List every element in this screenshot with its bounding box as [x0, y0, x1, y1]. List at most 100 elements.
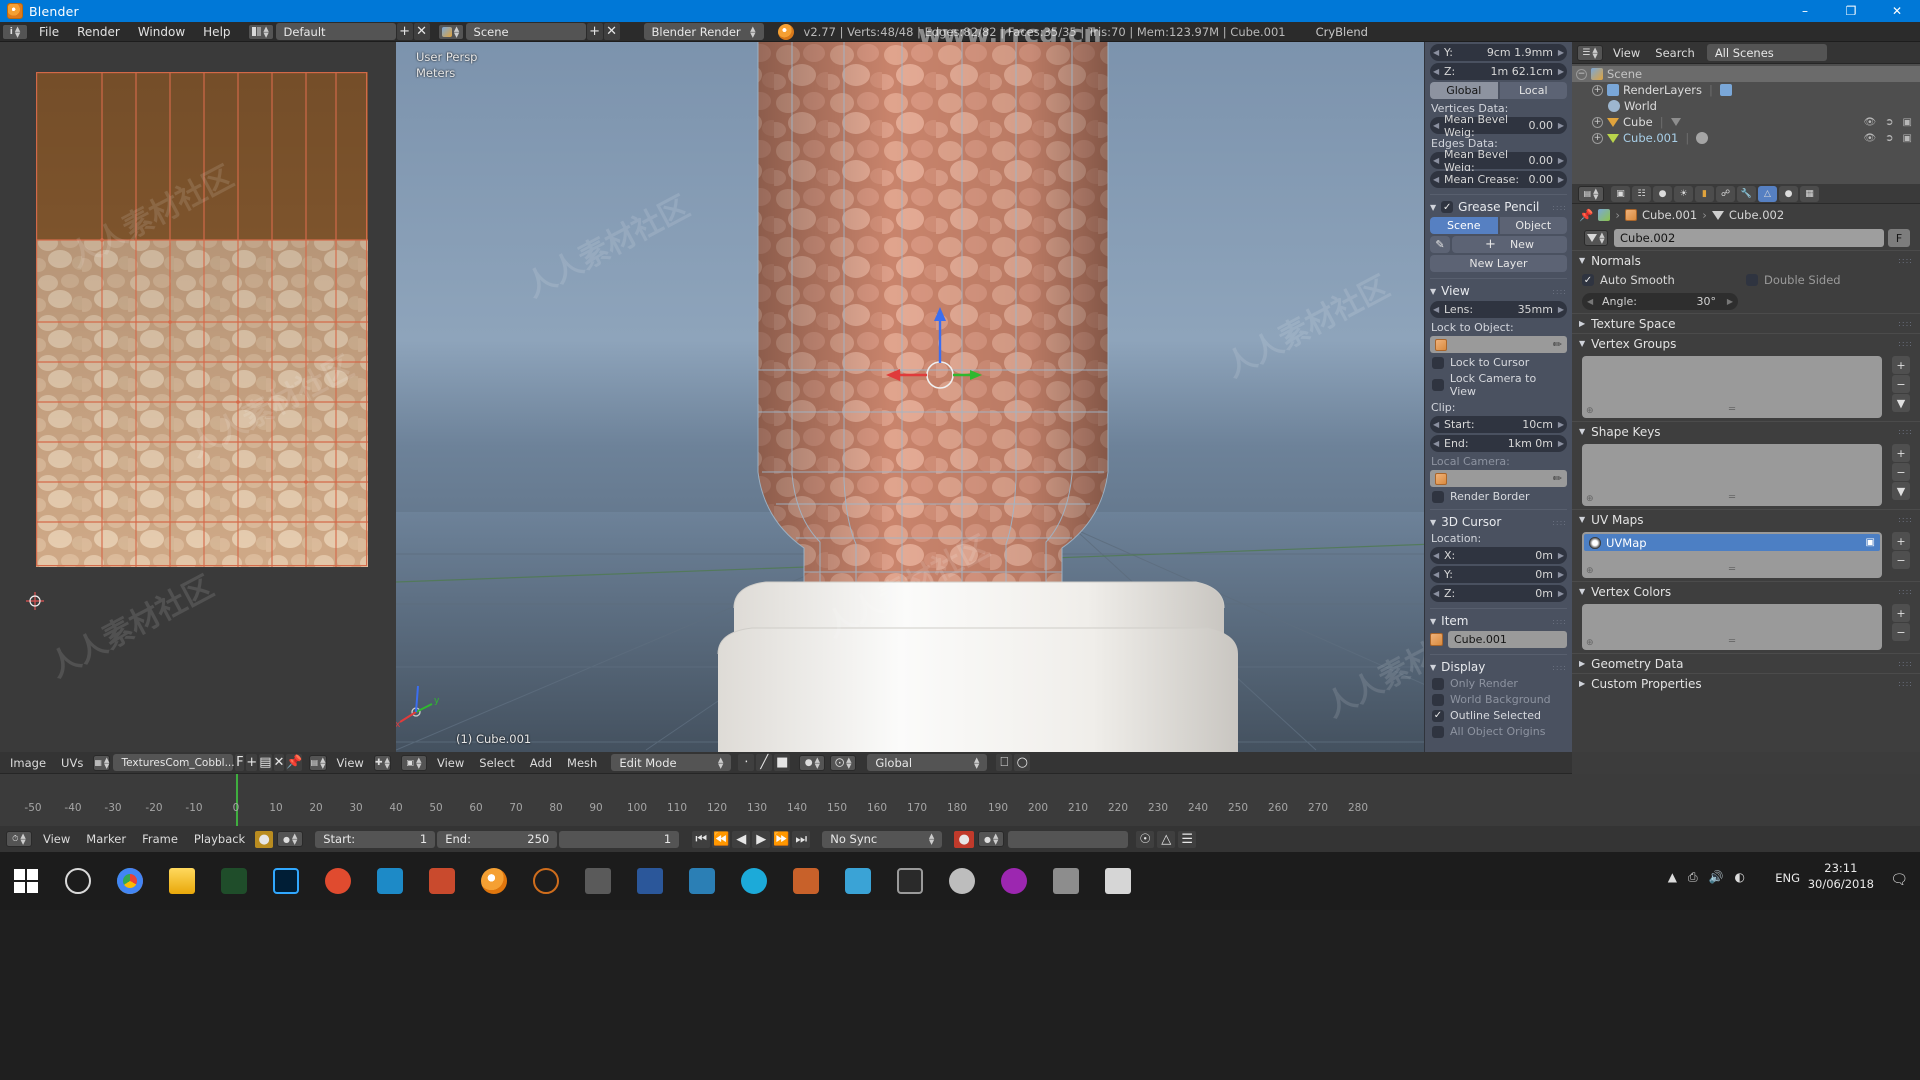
fake-user-button[interactable]: F: [1888, 229, 1910, 247]
zbrush-icon[interactable]: [416, 852, 468, 910]
outliner-search-menu[interactable]: Search: [1648, 44, 1702, 62]
menu-window[interactable]: Window: [129, 23, 194, 41]
volume-icon[interactable]: 🔊: [1709, 870, 1724, 885]
summary-icon[interactable]: ☰: [1178, 830, 1197, 848]
windows-start-icon[interactable]: [0, 852, 52, 910]
record-icon[interactable]: ●: [255, 830, 274, 848]
properties-editor-icon[interactable]: ▤ ▲ ▼: [1578, 185, 1604, 202]
render-border-row[interactable]: Render Border: [1432, 490, 1565, 503]
epic-games-icon[interactable]: [884, 852, 936, 910]
world-tab-icon[interactable]: ☀: [1674, 185, 1693, 202]
current-frame-field[interactable]: 1: [559, 830, 680, 848]
breadcrumb-object[interactable]: Cube.001: [1642, 208, 1697, 222]
lock-to-object-field[interactable]: ✏: [1430, 336, 1567, 353]
uv-maps-section-header[interactable]: ▼ UV Maps ::::: [1572, 509, 1920, 529]
expand-grip-icon[interactable]: ⊕: [1586, 406, 1594, 416]
scene-icon[interactable]: ▲ ▼: [437, 23, 464, 40]
word-icon[interactable]: [624, 852, 676, 910]
transform-z-row[interactable]: ◀ Z: 1m 62.1cm ▶: [1430, 63, 1567, 80]
menu-render[interactable]: Render: [68, 23, 129, 41]
jump-to-end-icon[interactable]: ⏭: [792, 830, 811, 848]
auto-smooth-row[interactable]: ✓ Auto Smooth: [1582, 273, 1746, 287]
decrement-arrow-icon[interactable]: ◀: [1433, 67, 1439, 76]
outliner-row-scene[interactable]: − Scene: [1572, 66, 1920, 82]
uv-menu-image[interactable]: Image: [3, 754, 53, 772]
remove-vertex-group-button[interactable]: −: [1892, 375, 1910, 393]
vertex-bevel-row[interactable]: ◀ Mean Bevel Weig: 0.00 ▶: [1430, 113, 1567, 139]
decrement-arrow-icon[interactable]: ◀: [1433, 121, 1439, 130]
double-sided-checkbox[interactable]: [1746, 274, 1758, 286]
decrement-arrow-icon[interactable]: ◀: [1433, 551, 1439, 560]
transform-y-row[interactable]: ◀ Y: 9cm 1.9mm ▶: [1430, 44, 1567, 61]
render-engine-selector[interactable]: Blender Render ▲ ▼: [643, 23, 764, 40]
mean-crease-field[interactable]: ◀ Mean Crease: 0.00 ▶: [1430, 171, 1567, 188]
render-tab-icon[interactable]: ▣: [1611, 185, 1630, 202]
viewport-menu-mesh[interactable]: Mesh: [560, 754, 604, 772]
cursor-z-field[interactable]: ◀ Z: 0m ▶: [1430, 585, 1567, 602]
timeline-menu-view[interactable]: View: [36, 830, 77, 848]
gp-object-button[interactable]: Object: [1499, 217, 1567, 234]
world-background-row[interactable]: World Background: [1432, 693, 1565, 706]
increment-arrow-icon[interactable]: ▶: [1558, 175, 1564, 184]
timeline-menu-frame[interactable]: Frame: [135, 830, 185, 848]
fake-user-button[interactable]: F: [235, 754, 245, 771]
lock-camera-checkbox[interactable]: [1432, 379, 1444, 391]
expand-icon[interactable]: +: [1592, 132, 1603, 144]
add-vertex-group-button[interactable]: +: [1892, 356, 1910, 374]
datablock-name-field[interactable]: Cube.002: [1614, 229, 1884, 247]
photoshop-icon[interactable]: [260, 852, 312, 910]
mesh-datablock-icon[interactable]: ▲ ▼: [1584, 230, 1608, 246]
substance-designer-icon[interactable]: [780, 852, 832, 910]
timeline-playhead[interactable]: [236, 774, 238, 826]
remove-shape-key-button[interactable]: −: [1892, 463, 1910, 481]
increment-arrow-icon[interactable]: ▶: [1558, 420, 1564, 429]
material-tab-icon[interactable]: ●: [1779, 185, 1798, 202]
keying-set-icon[interactable]: ● ▲ ▼: [277, 831, 304, 847]
outliner-row-cube[interactable]: + Cube | 👁 ➲ ▣: [1572, 114, 1920, 130]
viewport-menu-view[interactable]: View: [430, 754, 471, 772]
add-screen-button[interactable]: +: [396, 23, 413, 40]
render-border-checkbox[interactable]: [1432, 490, 1444, 503]
expand-grip-icon[interactable]: ⊕: [1586, 494, 1594, 504]
next-keyframe-icon[interactable]: ⏩: [772, 830, 791, 848]
taskbar-clock[interactable]: 23:11 30/06/2018: [1808, 860, 1874, 892]
timeline-menu-marker[interactable]: Marker: [79, 830, 133, 848]
timeline-menu-playback[interactable]: Playback: [187, 830, 252, 848]
jump-to-start-icon[interactable]: ⏮: [692, 830, 711, 848]
gp-new-button[interactable]: + New: [1452, 236, 1567, 253]
edge-bevel-row[interactable]: ◀ Mean Bevel Weig: 0.00 ▶: [1430, 148, 1567, 174]
menu-file[interactable]: File: [30, 23, 68, 41]
terminal-icon[interactable]: [1092, 852, 1144, 910]
substance-painter-icon[interactable]: [364, 852, 416, 910]
normals-section-header[interactable]: ▼ Normals ::::: [1572, 250, 1920, 270]
only-render-row[interactable]: Only Render: [1432, 677, 1565, 690]
viewport-menu-select[interactable]: Select: [472, 754, 521, 772]
decrement-arrow-icon[interactable]: ◀: [1433, 156, 1439, 165]
angle-row[interactable]: ◀ Angle: 30° ▶: [1572, 290, 1920, 313]
cursor-icon[interactable]: ➲: [1885, 117, 1893, 128]
vertex-groups-list[interactable]: ⊕ ═: [1582, 356, 1882, 418]
keying-set-dropdown-icon[interactable]: ● ▲ ▼: [978, 831, 1005, 847]
view-dropdown-icon[interactable]: ▤ ▲ ▼: [309, 754, 327, 771]
gp-new-layer-button[interactable]: New Layer: [1430, 255, 1567, 272]
maximize-button[interactable]: ❐: [1828, 0, 1874, 22]
shape-keys-section-header[interactable]: ▼ Shape Keys ::::: [1572, 421, 1920, 441]
decrement-arrow-icon[interactable]: ◀: [1433, 589, 1439, 598]
outliner-row-renderlayers[interactable]: + RenderLayers |: [1572, 82, 1920, 98]
renderlayers-tab-icon[interactable]: ☷: [1632, 185, 1651, 202]
item-object-name-field[interactable]: Cube.001: [1448, 631, 1567, 648]
cursor-y-row[interactable]: ◀ Y: 0m ▶: [1430, 566, 1567, 583]
decrement-arrow-icon[interactable]: ◀: [1433, 439, 1439, 448]
unity-icon[interactable]: [936, 852, 988, 910]
camera-icon[interactable]: ▣: [1903, 117, 1912, 128]
view-section-header[interactable]: ▼ View ::::: [1430, 278, 1567, 298]
increment-arrow-icon[interactable]: ▶: [1558, 589, 1564, 598]
action-center-icon[interactable]: 🗨: [1890, 872, 1908, 888]
play-reverse-icon[interactable]: ◀: [732, 830, 751, 848]
decrement-arrow-icon[interactable]: ◀: [1433, 570, 1439, 579]
increment-arrow-icon[interactable]: ▶: [1558, 570, 1564, 579]
angle-field[interactable]: ◀ Angle: 30° ▶: [1582, 293, 1738, 310]
proportional-edit-icon[interactable]: ○: [1014, 754, 1031, 771]
collapse-icon[interactable]: −: [1576, 68, 1587, 80]
decrement-arrow-icon[interactable]: ◀: [1433, 175, 1439, 184]
